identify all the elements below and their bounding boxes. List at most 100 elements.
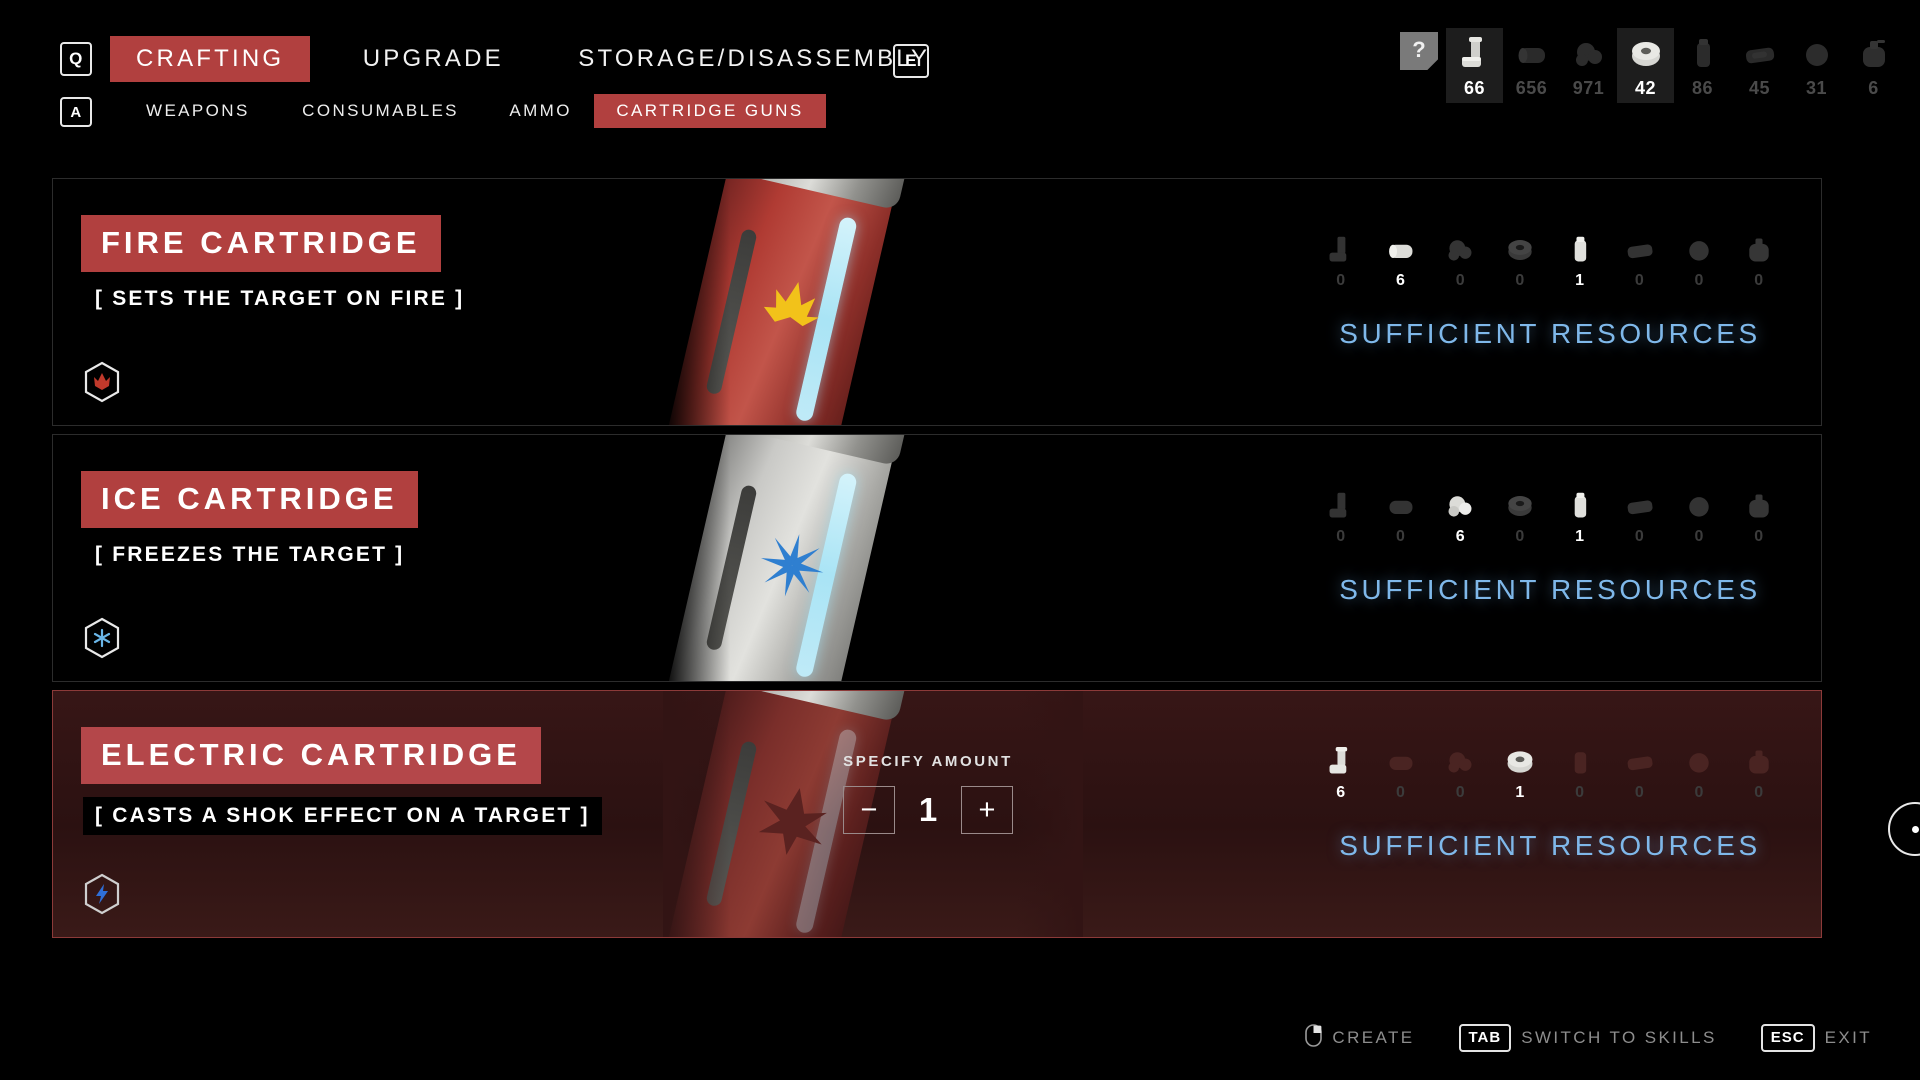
cost-cell-5: 1 xyxy=(1554,231,1606,290)
help-glyph: ? xyxy=(1412,37,1426,62)
resource-status: SUFFICIENT RESOURCES xyxy=(1339,318,1761,349)
recipe-row-ice-cartridge[interactable]: ICE CARTRIDGE [ FREEZES THE TARGET ] 0 0 xyxy=(52,434,1822,682)
canister-icon xyxy=(1562,231,1598,269)
tab-crafting[interactable]: CRAFTING xyxy=(110,36,311,82)
quantity-increment-button[interactable]: + xyxy=(961,786,1013,834)
primary-tab-bar: CRAFTING UPGRADE STORAGE/DISASSEMBLY xyxy=(110,36,942,82)
help-icon[interactable]: ? xyxy=(1400,32,1438,70)
gear-ring-icon xyxy=(1502,487,1538,525)
cost-amount: 1 xyxy=(1575,272,1585,289)
recipe-title: FIRE CARTRIDGE xyxy=(81,215,441,272)
grenade-icon xyxy=(1741,743,1777,781)
cost-amount: 0 xyxy=(1396,784,1406,801)
resource-count: 86 xyxy=(1691,78,1714,98)
cost-cell-7: 0 xyxy=(1673,743,1725,802)
crafting-screen: Q E A D CRAFTING UPGRADE STORAGE/DISASSE… xyxy=(0,0,1920,1080)
recipe-subtitle: [ CASTS A SHOK EFFECT ON A TARGET ] xyxy=(83,797,602,835)
cost-cell-1: 0 xyxy=(1315,487,1367,546)
snowflake-badge-icon xyxy=(83,617,121,659)
recipe-row-fire-cartridge[interactable]: FIRE CARTRIDGE [ SETS THE TARGET ON FIRE… xyxy=(52,178,1822,426)
cost-amount: 0 xyxy=(1336,528,1346,545)
canister-icon xyxy=(1562,743,1598,781)
cost-amount: 6 xyxy=(1396,272,1406,289)
cost-amount: 1 xyxy=(1515,784,1525,801)
top-navigation: Q E A D CRAFTING UPGRADE STORAGE/DISASSE… xyxy=(0,0,1920,130)
key-hint-esc: ESC xyxy=(1760,1024,1815,1052)
cost-icon-row: 6 0 0 1 0 0 0 0 xyxy=(1315,743,1785,802)
cost-cell-2: 0 xyxy=(1375,743,1427,802)
cost-amount: 0 xyxy=(1694,528,1704,545)
resource-slot-8[interactable]: 6 xyxy=(1845,28,1902,103)
cog-cluster-icon xyxy=(1442,231,1478,269)
create-label: CREATE xyxy=(1332,1028,1415,1047)
flame-badge-icon xyxy=(83,361,121,403)
cost-icon-row: 0 6 0 0 1 0 0 0 xyxy=(1315,231,1785,290)
subtab-weapons[interactable]: WEAPONS xyxy=(128,94,268,128)
sub-tab-bar: WEAPONS CONSUMABLES AMMO CARTRIDGE GUNS xyxy=(118,94,826,128)
create-hint[interactable]: CREATE xyxy=(1305,1024,1414,1052)
resource-slot-7[interactable]: 31 xyxy=(1788,28,1845,103)
tab-storage-disassembly[interactable]: STORAGE/DISASSEMBLY xyxy=(566,36,942,82)
cost-cell-4: 0 xyxy=(1494,487,1546,546)
switch-hint[interactable]: TAB SWITCH TO SKILLS xyxy=(1458,1024,1717,1052)
cost-cell-1: 6 xyxy=(1315,743,1367,802)
grenade-icon xyxy=(1741,231,1777,269)
quantity-decrement-button[interactable]: − xyxy=(843,786,895,834)
sphere-icon xyxy=(1681,743,1717,781)
resource-slot-2[interactable]: 656 xyxy=(1503,28,1560,103)
bolt-part-icon xyxy=(1323,487,1359,525)
resource-slot-5[interactable]: 86 xyxy=(1674,28,1731,103)
subtab-consumables[interactable]: CONSUMABLES xyxy=(284,94,477,128)
cost-cell-5: 1 xyxy=(1554,487,1606,546)
resource-count: 656 xyxy=(1515,78,1548,98)
quantity-label: SPECIFY AMOUNT xyxy=(843,753,1013,770)
recipe-title: ELECTRIC CARTRIDGE xyxy=(81,727,541,784)
subtab-cartridge-guns[interactable]: CARTRIDGE GUNS xyxy=(594,94,826,128)
resource-count: 31 xyxy=(1805,78,1828,98)
resource-status: SUFFICIENT RESOURCES xyxy=(1339,574,1761,605)
product-art-ice xyxy=(663,435,1083,681)
cost-cell-8: 0 xyxy=(1733,231,1785,290)
sphere-icon xyxy=(1681,231,1717,269)
recipe-cost-block: 0 6 0 0 1 0 0 0 SUFFICIENT RESOURCES xyxy=(1315,231,1785,350)
resource-slot-4[interactable]: 42 xyxy=(1617,28,1674,103)
cost-amount: 0 xyxy=(1634,528,1645,545)
cost-amount: 0 xyxy=(1515,528,1525,545)
plate-icon xyxy=(1622,487,1658,525)
cost-amount: 0 xyxy=(1455,272,1466,289)
cost-amount: 0 xyxy=(1694,784,1704,801)
mouse-icon xyxy=(1305,1024,1323,1052)
product-art-fire xyxy=(663,179,1083,425)
subtab-ammo[interactable]: AMMO xyxy=(491,94,589,128)
exit-hint[interactable]: ESC EXIT xyxy=(1760,1024,1872,1052)
recipe-subtitle: [ SETS THE TARGET ON FIRE ] xyxy=(95,287,465,310)
cost-amount: 0 xyxy=(1455,784,1466,801)
quantity-value: 1 xyxy=(918,791,938,828)
cost-amount: 0 xyxy=(1396,528,1406,545)
key-hint-q: Q xyxy=(60,42,92,76)
recipe-title: ICE CARTRIDGE xyxy=(81,471,418,528)
resource-slot-6[interactable]: 45 xyxy=(1731,28,1788,103)
recipe-row-electric-cartridge[interactable]: ELECTRIC CARTRIDGE [ CASTS A SHOK EFFECT… xyxy=(52,690,1822,938)
resource-count: 971 xyxy=(1572,78,1605,98)
cost-amount: 0 xyxy=(1754,784,1764,801)
exit-label: EXIT xyxy=(1824,1028,1872,1047)
cost-cell-5: 0 xyxy=(1554,743,1606,802)
tab-upgrade[interactable]: UPGRADE xyxy=(351,36,516,82)
sphere-icon xyxy=(1798,34,1836,74)
cost-amount: 0 xyxy=(1634,272,1645,289)
tape-roll-icon xyxy=(1383,231,1419,269)
cost-cell-8: 0 xyxy=(1733,743,1785,802)
plate-icon xyxy=(1622,231,1658,269)
recipe-subtitle: [ FREEZES THE TARGET ] xyxy=(95,543,405,566)
gear-ring-icon xyxy=(1502,743,1538,781)
cost-amount: 6 xyxy=(1336,784,1346,801)
cost-amount: 0 xyxy=(1575,784,1585,801)
resource-slot-3[interactable]: 971 xyxy=(1560,28,1617,103)
resource-status: SUFFICIENT RESOURCES xyxy=(1339,830,1761,861)
cost-amount: 0 xyxy=(1754,272,1764,289)
bolt-part-icon xyxy=(1323,743,1359,781)
resource-slot-1[interactable]: 66 xyxy=(1446,28,1503,103)
switch-label: SWITCH TO SKILLS xyxy=(1521,1028,1717,1047)
grenade-icon xyxy=(1855,34,1893,74)
